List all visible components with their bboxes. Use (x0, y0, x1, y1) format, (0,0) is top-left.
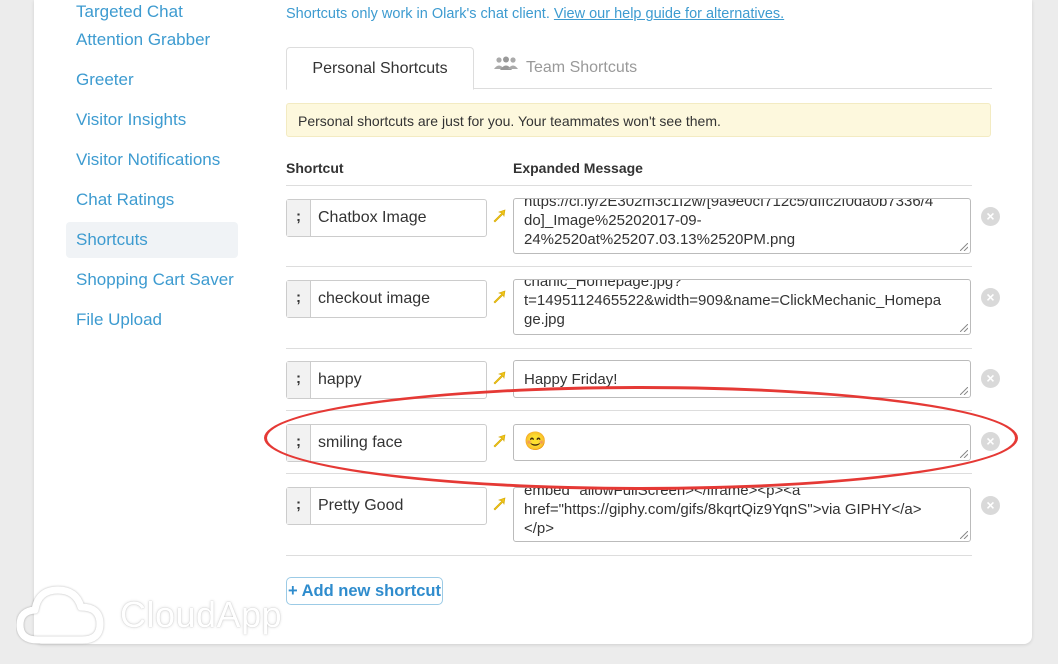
expand-arrow-icon (493, 371, 506, 385)
message-line: </p> (524, 520, 555, 537)
expanded-message-field[interactable]: Happy Friday! (513, 360, 971, 398)
row-divider (286, 473, 972, 474)
message-line: Happy Friday! (524, 371, 618, 388)
shortcut-name-field[interactable]: ; smiling face (286, 424, 487, 462)
sidebar-item-targeted-chat[interactable]: Targeted Chat (66, 0, 238, 22)
sidebar-item-chat-ratings[interactable]: Chat Ratings (66, 182, 238, 218)
sidebar-item-attention-grabber[interactable]: Attention Grabber (66, 22, 238, 58)
resize-grip-icon[interactable] (960, 531, 968, 539)
shortcut-name: smiling face (318, 434, 403, 451)
sidebar-item-greeter[interactable]: Greeter (66, 62, 238, 98)
message-line: href="https://giphy.com/gifs/8kqrtQiz9Yq… (524, 501, 922, 518)
expanded-message-field[interactable]: embed" allowFullScreen></iframe><p><a hr… (513, 487, 971, 542)
sidebar: Targeted Chat Attention Grabber Greeter … (66, 0, 238, 342)
shortcut-name: Chatbox Image (318, 209, 427, 226)
row-divider (286, 555, 972, 556)
cloud-icon (16, 586, 104, 644)
shortcut-name-field[interactable]: ; Pretty Good (286, 487, 487, 525)
column-header-expanded-message: Expanded Message (513, 160, 643, 176)
delete-shortcut-icon[interactable]: × (981, 288, 1000, 307)
resize-grip-icon[interactable] (960, 243, 968, 251)
shortcut-prefix: ; (287, 281, 311, 317)
expand-arrow-icon (493, 209, 506, 223)
expand-arrow-icon (493, 290, 506, 304)
shortcut-name: checkout image (318, 290, 431, 307)
notice-text: Shortcuts only work in Olark's chat clie… (286, 6, 550, 22)
shortcut-prefix: ; (287, 200, 311, 236)
shortcut-name: Pretty Good (318, 497, 404, 514)
message-line: t=1495112465522&width=909&name=ClickMech… (524, 292, 942, 309)
expand-arrow-icon (493, 497, 506, 511)
delete-shortcut-icon[interactable]: × (981, 496, 1000, 515)
expanded-message-field[interactable]: 😊 (513, 424, 971, 461)
sidebar-item-file-upload[interactable]: File Upload (66, 302, 238, 338)
chat-client-notice: Shortcuts only work in Olark's chat clie… (286, 6, 784, 22)
resize-grip-icon[interactable] (960, 450, 968, 458)
resize-grip-icon[interactable] (960, 387, 968, 395)
cloudapp-watermark: CloudApp (16, 582, 306, 648)
shortcut-tabs: Personal Shortcuts Team Shortcuts (286, 47, 992, 90)
help-guide-link[interactable]: View our help guide for alternatives. (554, 6, 784, 22)
tab-team-shortcuts-label: Team Shortcuts (526, 59, 638, 77)
message-line: do]_Image%25202017-09- (524, 212, 702, 229)
delete-shortcut-icon[interactable]: × (981, 369, 1000, 388)
delete-shortcut-icon[interactable]: × (981, 207, 1000, 226)
tab-personal-shortcuts[interactable]: Personal Shortcuts (286, 47, 474, 90)
team-icon (494, 45, 518, 87)
expanded-message-field[interactable]: https://cl.ly/2E302m3c1I2w/[9a9e0cf712c5… (513, 198, 971, 254)
message-line: embed" allowFullScreen></iframe><p><a (524, 487, 801, 499)
tab-team-shortcuts[interactable]: Team Shortcuts (494, 47, 637, 90)
resize-grip-icon[interactable] (960, 324, 968, 332)
column-header-shortcut: Shortcut (286, 160, 344, 176)
message-line: ge.jpg (524, 311, 565, 328)
watermark-text: CloudApp (120, 594, 283, 635)
message-line: chanic_Homepage.jpg? (524, 279, 682, 290)
shortcut-name-field[interactable]: ; happy (286, 361, 487, 399)
message-line: 24%2520at%25207.03.13%2520PM.png (524, 231, 796, 248)
expand-arrow-icon (493, 434, 506, 448)
delete-shortcut-icon[interactable]: × (981, 432, 1000, 451)
smiling-face-emoji: 😊 (524, 431, 547, 451)
shortcut-prefix: ; (287, 425, 311, 461)
sidebar-item-shortcuts[interactable]: Shortcuts (66, 222, 238, 258)
sidebar-item-visitor-insights[interactable]: Visitor Insights (66, 102, 238, 138)
sidebar-item-visitor-notifications[interactable]: Visitor Notifications (66, 142, 238, 178)
row-divider (286, 266, 972, 267)
expanded-message-field[interactable]: chanic_Homepage.jpg? t=1495112465522&wid… (513, 279, 971, 335)
shortcut-prefix: ; (287, 488, 311, 524)
personal-shortcuts-banner: Personal shortcuts are just for you. You… (286, 103, 991, 137)
add-new-shortcut-button[interactable]: + Add new shortcut (286, 577, 443, 605)
sidebar-item-shopping-cart-saver[interactable]: Shopping Cart Saver (66, 262, 238, 298)
message-line: https://cl.ly/2E302m3c1I2w/[9a9e0cf712c5… (524, 198, 934, 210)
row-divider (286, 410, 972, 411)
shortcut-name-field[interactable]: ; Chatbox Image (286, 199, 487, 237)
header-divider (286, 185, 972, 186)
shortcut-name: happy (318, 371, 362, 388)
shortcut-prefix: ; (287, 362, 311, 398)
row-divider (286, 348, 972, 349)
shortcut-name-field[interactable]: ; checkout image (286, 280, 487, 318)
